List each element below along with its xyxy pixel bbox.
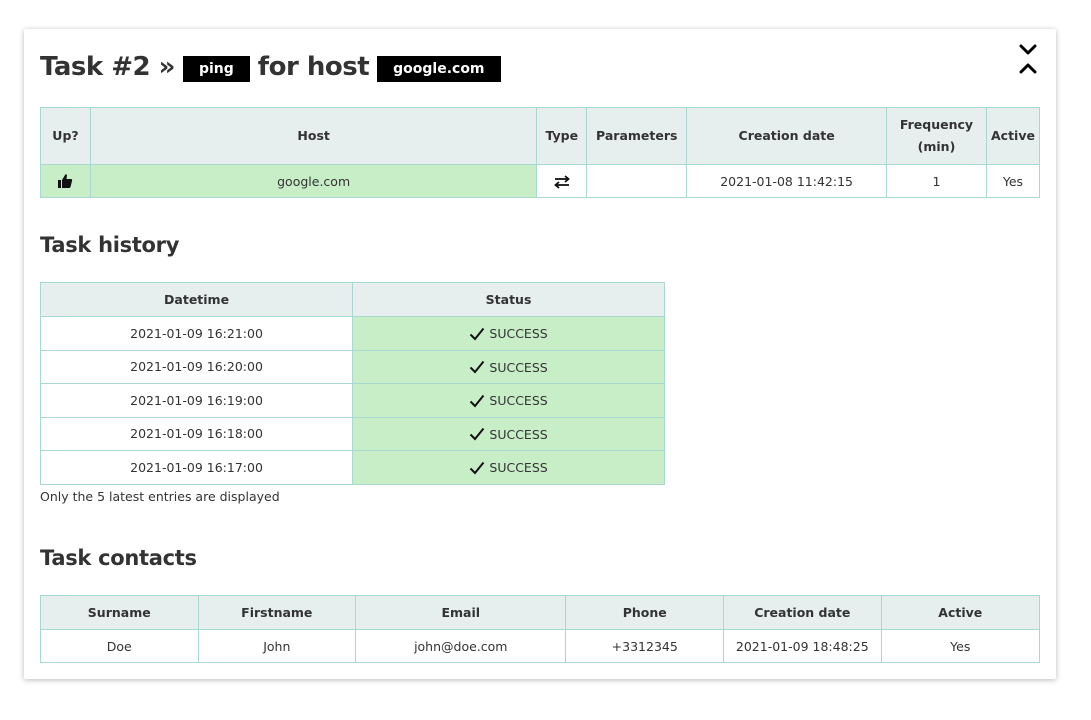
type-cell — [536, 164, 588, 198]
check-icon — [470, 361, 485, 374]
table-row: Doe John john@doe.com +3312345 2021-01-0… — [40, 629, 1041, 663]
contact-active-cell: Yes — [880, 629, 1041, 663]
history-title: Task history — [40, 233, 180, 257]
history-table: Datetime Status 2021-01-09 16:21:00 SUCC… — [39, 282, 665, 485]
parameters-cell — [586, 164, 688, 198]
table-row: 2021-01-09 16:20:00 SUCCESS — [39, 349, 665, 384]
title-prefix: Task #2 » — [40, 52, 175, 82]
task-card: Task #2 » ping for host google.com Up? H… — [24, 29, 1056, 679]
col-phone: Phone — [565, 595, 725, 630]
table-row: 2021-01-09 16:17:00 SUCCESS — [39, 450, 665, 485]
status-label: SUCCESS — [489, 460, 548, 476]
status-label: SUCCESS — [489, 326, 548, 342]
phone-cell: +3312345 — [565, 629, 725, 663]
status-label: SUCCESS — [489, 393, 548, 409]
collapse-expand-chevrons-icon[interactable] — [1017, 44, 1039, 74]
creation-date-cell: 2021-01-08 11:42:15 — [686, 164, 887, 198]
firstname-cell: John — [197, 629, 357, 663]
task-table: Up? Host Type Parameters Creation date F… — [40, 107, 1041, 198]
table-row: 2021-01-09 16:19:00 SUCCESS — [39, 383, 665, 418]
col-type: Type — [536, 107, 588, 165]
task-type-badge: ping — [182, 56, 250, 82]
email-cell: john@doe.com — [355, 629, 567, 663]
host-cell: google.com — [89, 164, 538, 198]
thumbs-up-icon — [58, 174, 73, 189]
check-icon — [470, 327, 485, 341]
check-icon — [470, 394, 485, 408]
status-label: SUCCESS — [489, 426, 548, 442]
check-icon — [470, 461, 485, 475]
contacts-title: Task contacts — [40, 546, 197, 570]
datetime-cell: 2021-01-09 16:21:00 — [39, 316, 354, 351]
datetime-cell: 2021-01-09 16:18:00 — [39, 416, 354, 451]
status-cell: SUCCESS — [352, 316, 665, 351]
contacts-table-header: Surname Firstname Email Phone Creation d… — [40, 595, 1041, 630]
col-surname: Surname — [40, 595, 199, 630]
history-table-header: Datetime Status — [39, 282, 665, 317]
col-parameters: Parameters — [586, 107, 688, 165]
task-table-header: Up? Host Type Parameters Creation date F… — [40, 107, 1041, 165]
datetime-cell: 2021-01-09 16:20:00 — [39, 349, 354, 384]
check-icon — [470, 428, 485, 441]
datetime-cell: 2021-01-09 16:19:00 — [39, 383, 354, 418]
table-row: google.com 2021-01-08 11:42:15 1 Yes — [40, 164, 1041, 198]
active-cell: Yes — [985, 164, 1041, 198]
contact-creation-date-cell: 2021-01-09 18:48:25 — [723, 629, 882, 663]
col-contact-active: Active — [880, 595, 1041, 630]
history-note: Only the 5 latest entries are displayed — [40, 489, 280, 504]
status-cell: SUCCESS — [352, 383, 665, 418]
col-status: Status — [352, 282, 665, 317]
frequency-cell: 1 — [886, 164, 987, 198]
contacts-table: Surname Firstname Email Phone Creation d… — [40, 595, 1041, 663]
table-row: 2021-01-09 16:21:00 SUCCESS — [39, 316, 665, 351]
page-title: Task #2 » ping for host google.com — [40, 49, 509, 85]
col-active: Active — [985, 107, 1041, 165]
table-row: 2021-01-09 16:18:00 SUCCESS — [39, 416, 665, 451]
host-badge: google.com — [377, 56, 501, 82]
col-up: Up? — [40, 107, 91, 165]
up-cell — [40, 164, 91, 198]
datetime-cell: 2021-01-09 16:17:00 — [39, 450, 354, 485]
col-creation-date: Creation date — [686, 107, 887, 165]
status-cell: SUCCESS — [352, 450, 665, 485]
col-contact-creation-date: Creation date — [723, 595, 882, 630]
col-host: Host — [89, 107, 538, 165]
col-firstname: Firstname — [197, 595, 357, 630]
col-email: Email — [355, 595, 567, 630]
col-datetime: Datetime — [39, 282, 354, 317]
title-middle: for host — [257, 52, 370, 82]
status-label: SUCCESS — [489, 359, 548, 375]
col-frequency: Frequency (min) — [886, 107, 987, 165]
surname-cell: Doe — [40, 629, 199, 663]
status-cell: SUCCESS — [352, 349, 665, 384]
status-cell: SUCCESS — [352, 416, 665, 451]
exchange-arrows-icon — [553, 175, 570, 189]
